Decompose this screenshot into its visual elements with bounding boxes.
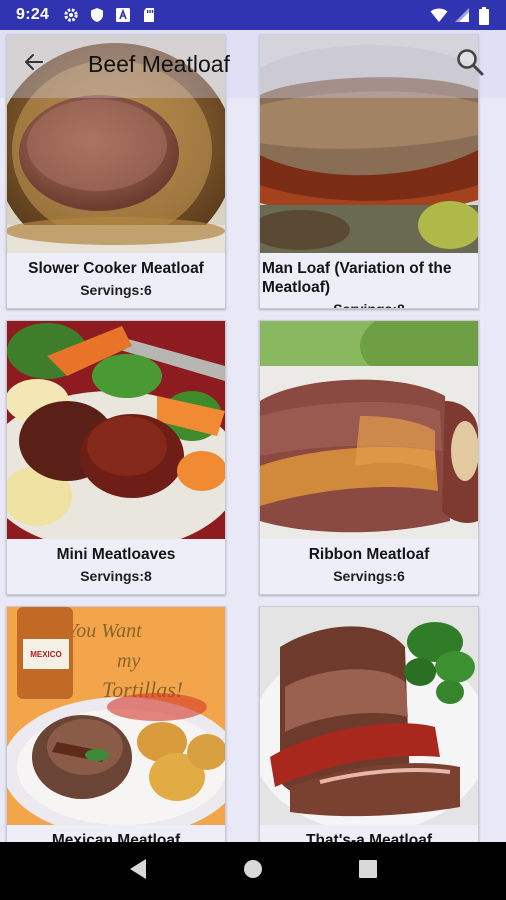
svg-text:my: my xyxy=(117,650,140,672)
search-icon xyxy=(455,47,485,82)
nav-back-icon xyxy=(128,858,148,885)
recipe-photo xyxy=(7,321,225,539)
recipe-servings: Servings:8 xyxy=(333,301,405,309)
recipe-card[interactable]: Ribbon Meatloaf Servings:6 xyxy=(259,320,479,595)
font-a-icon xyxy=(115,7,131,23)
recipe-photo xyxy=(260,607,478,825)
page-title: Beef Meatloaf xyxy=(88,50,230,77)
sd-card-icon xyxy=(141,7,157,23)
recipe-card[interactable]: That's-a Meatloaf xyxy=(259,606,479,881)
recipe-title: Man Loaf (Variation of the Meatloaf) xyxy=(262,260,452,296)
recipe-title: Ribbon Meatloaf xyxy=(308,546,430,563)
app-bar: Beef Meatloaf xyxy=(0,30,506,98)
settings-gear-icon xyxy=(63,7,79,23)
status-icons-left xyxy=(63,7,157,23)
nav-home-button[interactable] xyxy=(233,851,273,891)
svg-text:You Want: You Want xyxy=(67,620,142,642)
back-button[interactable] xyxy=(14,44,54,84)
recipe-photo xyxy=(260,321,478,539)
cell-signal-icon xyxy=(454,7,470,23)
nav-recents-icon xyxy=(358,859,378,884)
recipe-card[interactable]: You Want my Tortillas! MEXICO Mexican Me… xyxy=(6,606,226,881)
nav-recents-button[interactable] xyxy=(348,851,388,891)
arrow-back-icon xyxy=(22,50,46,79)
screen: 9:24 Slower Cooker Meatloaf Servings:6 M… xyxy=(0,0,506,900)
wifi-icon xyxy=(430,7,448,23)
status-bar: 9:24 xyxy=(0,0,506,30)
recipe-title: Slower Cooker Meatloaf xyxy=(28,260,204,277)
recipe-title: Mini Meatloaves xyxy=(56,546,176,563)
recipe-servings: Servings:8 xyxy=(80,568,152,584)
recipe-servings: Servings:6 xyxy=(80,282,152,298)
nav-back-button[interactable] xyxy=(118,851,158,891)
status-icons-right xyxy=(430,7,494,25)
recipe-servings: Servings:6 xyxy=(333,568,405,584)
recipe-photo: You Want my Tortillas! MEXICO xyxy=(7,607,225,825)
battery-icon xyxy=(478,7,494,25)
search-button[interactable] xyxy=(452,46,488,82)
system-nav-bar xyxy=(0,842,506,900)
nav-home-icon xyxy=(242,858,264,885)
svg-text:MEXICO: MEXICO xyxy=(30,650,62,659)
shield-icon xyxy=(89,7,105,23)
recipe-card[interactable]: Mini Meatloaves Servings:8 xyxy=(6,320,226,595)
status-time: 9:24 xyxy=(16,6,50,23)
